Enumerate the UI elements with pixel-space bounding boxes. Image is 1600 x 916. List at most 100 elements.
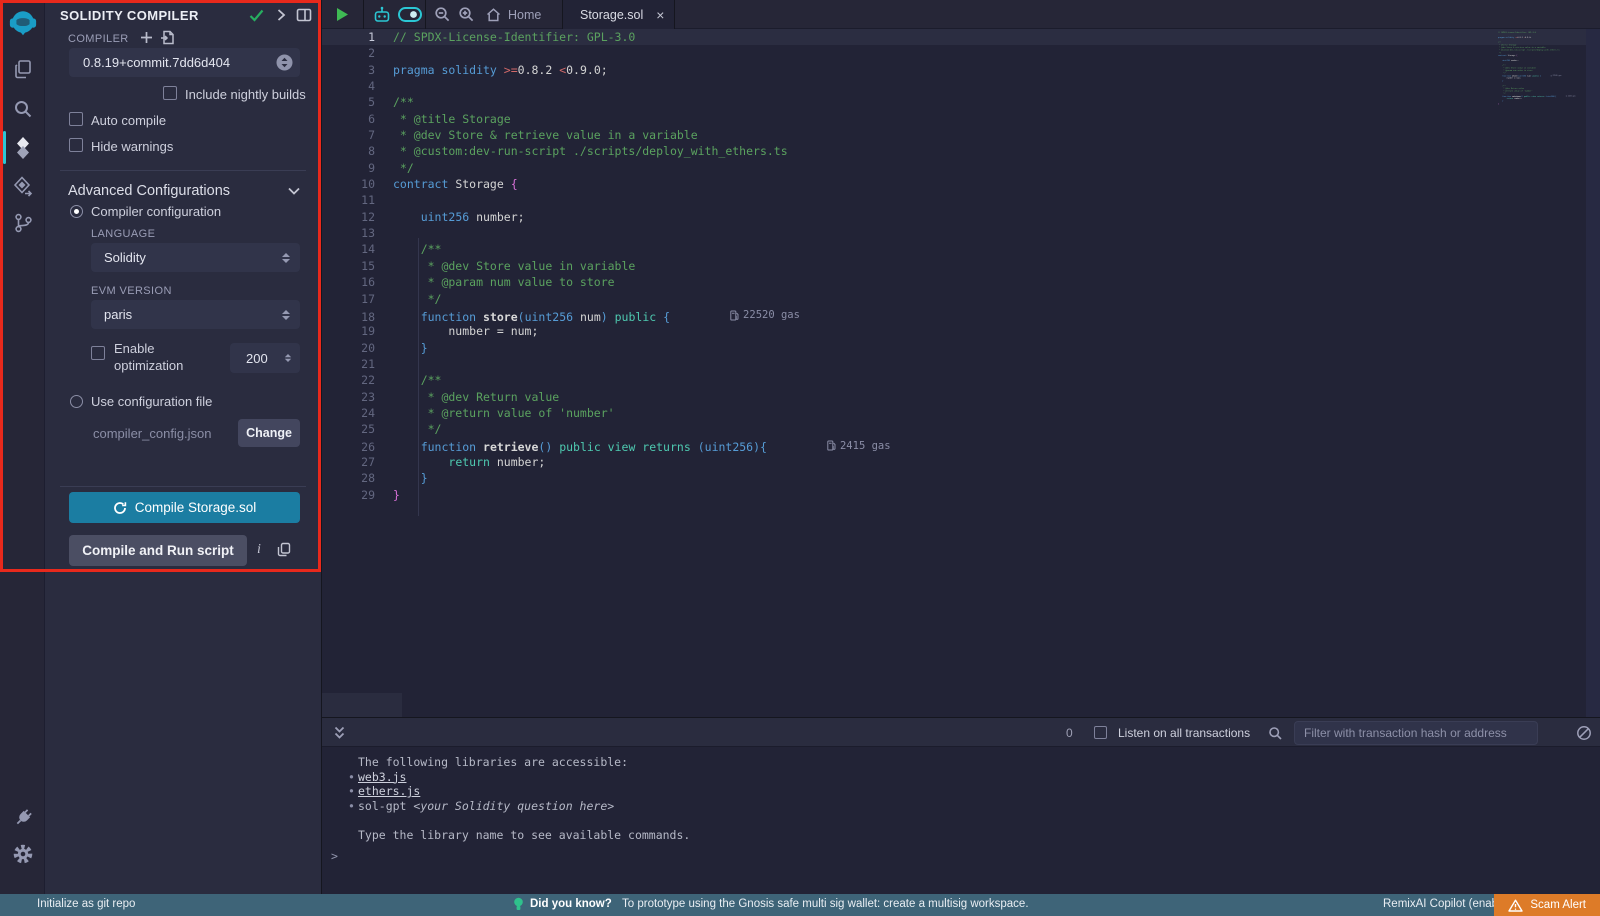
compiler-version-select[interactable]: 0.8.19+commit.7dd6d404 xyxy=(69,48,300,77)
line-number[interactable]: 15 xyxy=(322,258,375,274)
line-number[interactable]: 5 xyxy=(322,94,375,110)
compile-success-check-icon[interactable] xyxy=(249,9,264,22)
remix-logo[interactable] xyxy=(0,5,45,41)
enable-optimization-checkbox[interactable] xyxy=(91,346,105,360)
code-line[interactable]: 12 uint256 number; xyxy=(322,209,1600,225)
info-icon[interactable]: i xyxy=(257,542,261,558)
editor-minimap[interactable]: // SPDX-License-Identifier: GPL-3.0pragm… xyxy=(1498,31,1584,151)
code-line[interactable]: 22 /** xyxy=(322,372,1600,388)
optimization-runs-input[interactable]: 200 xyxy=(230,343,300,373)
expand-terminal-chevrons-icon[interactable] xyxy=(332,725,347,741)
change-config-button[interactable]: Change xyxy=(238,419,300,447)
line-number[interactable]: 24 xyxy=(322,405,375,421)
init-git-repo-button[interactable]: Initialize as git repo xyxy=(37,898,135,910)
code-line[interactable]: 16 * @param num value to store xyxy=(322,274,1600,290)
line-number[interactable]: 23 xyxy=(322,389,375,405)
settings-gear-icon[interactable] xyxy=(0,836,45,872)
line-number[interactable]: 10 xyxy=(322,176,375,192)
code-line[interactable]: 21 xyxy=(322,356,1600,372)
code-line[interactable]: 18 function store(uint256 num) public {2… xyxy=(322,307,1600,323)
code-line[interactable]: 29} xyxy=(322,487,1600,503)
tab-home[interactable]: Home xyxy=(474,0,553,29)
copilot-toggle-switch[interactable] xyxy=(395,0,425,29)
scam-alert-badge[interactable]: Scam Alert xyxy=(1494,894,1600,916)
clear-console-icon[interactable] xyxy=(1576,725,1592,741)
run-script-play-button[interactable] xyxy=(326,0,358,29)
auto-compile-checkbox[interactable] xyxy=(69,112,83,126)
language-select[interactable]: Solidity xyxy=(91,243,300,272)
terminal-link[interactable]: ethers.js xyxy=(358,784,420,798)
pin-panel-icon[interactable] xyxy=(296,8,312,22)
listen-transactions-checkbox[interactable] xyxy=(1094,726,1107,739)
code-line[interactable]: 13 xyxy=(322,225,1600,241)
line-number[interactable]: 14 xyxy=(322,241,375,257)
code-line[interactable]: 10contract Storage { xyxy=(322,176,1600,192)
line-number[interactable]: 4 xyxy=(322,78,375,94)
line-number[interactable]: 17 xyxy=(322,291,375,307)
line-number[interactable]: 8 xyxy=(322,143,375,159)
line-number[interactable]: 6 xyxy=(322,111,375,127)
code-line[interactable]: 2 xyxy=(322,45,1600,61)
code-line[interactable]: 19 number = num; xyxy=(322,323,1600,339)
code-line[interactable]: 17 */ xyxy=(322,291,1600,307)
compiler-configuration-radio[interactable] xyxy=(70,205,83,218)
compile-button[interactable]: Compile Storage.sol xyxy=(69,492,300,523)
hide-warnings-checkbox[interactable] xyxy=(69,138,83,152)
code-line[interactable]: 8 * @custom:dev-run-script ./scripts/dep… xyxy=(322,143,1600,159)
terminal-prompt[interactable]: > xyxy=(331,849,338,863)
solidity-compiler-icon[interactable] xyxy=(0,130,45,166)
chevron-down-icon[interactable] xyxy=(287,186,301,196)
copy-icon[interactable] xyxy=(277,542,291,557)
code-line[interactable]: 15 * @dev Store value in variable xyxy=(322,258,1600,274)
line-number[interactable]: 12 xyxy=(322,209,375,225)
code-line[interactable]: 25 */ xyxy=(322,421,1600,437)
plugin-manager-icon[interactable] xyxy=(0,800,45,836)
code-line[interactable]: 3pragma solidity >=0.8.2 <0.9.0; xyxy=(322,62,1600,78)
line-number[interactable]: 20 xyxy=(322,340,375,356)
terminal[interactable]: The following libraries are accessible:•… xyxy=(322,747,1600,894)
line-number[interactable]: 2 xyxy=(322,45,375,61)
line-number[interactable]: 25 xyxy=(322,421,375,437)
config-file-name[interactable]: compiler_config.json xyxy=(93,426,212,441)
code-line[interactable]: 26 function retrieve() public view retur… xyxy=(322,438,1600,454)
compile-and-run-button[interactable]: Compile and Run script xyxy=(69,535,247,566)
horizontal-scrollbar-thumb[interactable] xyxy=(322,693,402,717)
code-line[interactable]: 4 xyxy=(322,78,1600,94)
close-tab-icon[interactable]: × xyxy=(656,7,664,23)
line-number[interactable]: 21 xyxy=(322,356,375,372)
code-line[interactable]: 27 return number; xyxy=(322,454,1600,470)
code-line[interactable]: 14 /** xyxy=(322,241,1600,257)
git-icon[interactable] xyxy=(0,205,45,241)
code-line[interactable]: 6 * @title Storage xyxy=(322,111,1600,127)
ai-copilot-robot-icon[interactable] xyxy=(367,0,397,29)
code-line[interactable]: 28 } xyxy=(322,470,1600,486)
line-number[interactable]: 13 xyxy=(322,225,375,241)
evm-version-select[interactable]: paris xyxy=(91,300,300,329)
line-number[interactable]: 3 xyxy=(322,62,375,78)
code-line[interactable]: 5/** xyxy=(322,94,1600,110)
transaction-filter-input[interactable] xyxy=(1294,721,1538,745)
terminal-link[interactable]: web3.js xyxy=(358,770,406,784)
line-number[interactable]: 1 xyxy=(322,29,375,45)
zoom-out-icon[interactable] xyxy=(429,0,455,29)
search-icon[interactable] xyxy=(0,91,45,127)
add-compiler-icon[interactable] xyxy=(140,31,153,44)
line-number[interactable]: 7 xyxy=(322,127,375,143)
line-number[interactable]: 29 xyxy=(322,487,375,503)
editor-scrollbar[interactable] xyxy=(1586,29,1600,717)
line-number[interactable]: 11 xyxy=(322,192,375,208)
line-number[interactable]: 22 xyxy=(322,372,375,388)
tab-storage-sol[interactable]: Storage.sol × xyxy=(562,0,675,29)
line-number[interactable]: 27 xyxy=(322,454,375,470)
code-editor[interactable]: 1// SPDX-License-Identifier: GPL-3.023pr… xyxy=(322,29,1600,717)
code-line[interactable]: 11 xyxy=(322,192,1600,208)
advanced-configurations-header[interactable]: Advanced Configurations xyxy=(68,183,230,199)
line-number[interactable]: 28 xyxy=(322,470,375,486)
nightly-builds-checkbox[interactable] xyxy=(163,86,177,100)
file-explorer-icon[interactable] xyxy=(0,51,45,87)
chevron-right-icon[interactable] xyxy=(275,8,287,22)
code-line[interactable]: 20 } xyxy=(322,340,1600,356)
code-line[interactable]: 9 */ xyxy=(322,160,1600,176)
line-number[interactable]: 9 xyxy=(322,160,375,176)
open-compiler-file-icon[interactable] xyxy=(160,30,175,45)
